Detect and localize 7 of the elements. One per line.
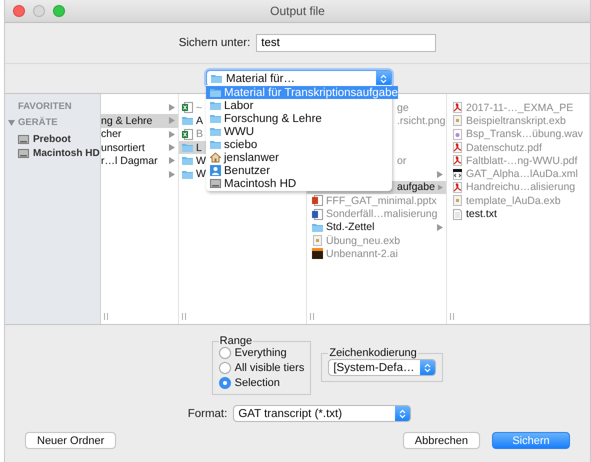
sidebar-heading: GERÄTE xyxy=(18,117,58,128)
group-title: Range xyxy=(218,335,254,347)
format-label: Format: xyxy=(188,408,228,420)
group-title: Zeichenkodierung xyxy=(328,347,418,359)
window-title: Output file xyxy=(270,4,325,18)
save-as-label: Sichern unter: xyxy=(178,37,250,49)
sidebar-heading: FAVORITEN xyxy=(18,101,72,112)
